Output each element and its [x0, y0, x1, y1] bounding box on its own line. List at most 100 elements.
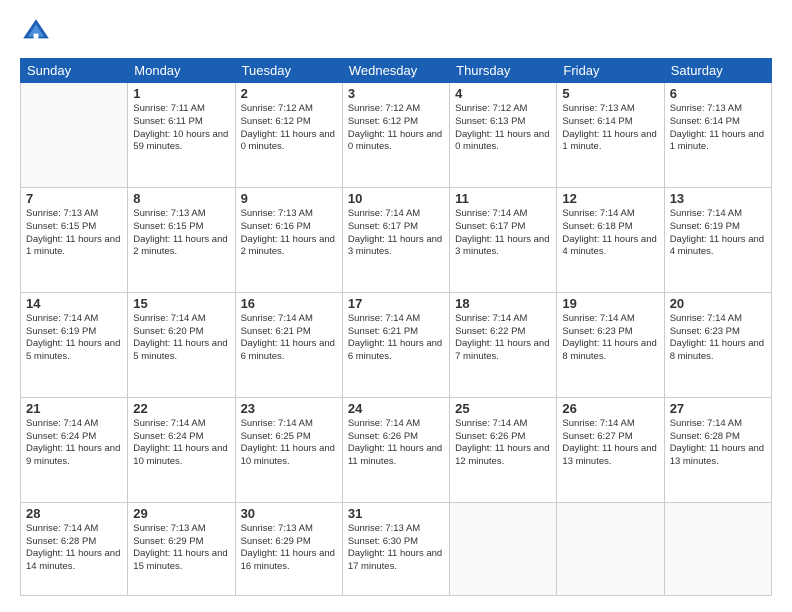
calendar-cell: 26Sunrise: 7:14 AM Sunset: 6:27 PM Dayli… [557, 397, 664, 502]
calendar-day-header: Wednesday [342, 59, 449, 83]
calendar-week-row: 7 Sunrise: 7:13 AM Sunset: 6:15 PM Daylig… [21, 187, 772, 292]
day-info: Sunrise: 7:14 AM Sunset: 6:23 PM Dayligh… [670, 313, 766, 364]
day-number: 7 [26, 191, 122, 206]
calendar-cell: 13 Sunrise: 7:14 AM Sunset: 6:19 PM Dayli… [664, 187, 771, 292]
calendar-cell: 5 Sunrise: 7:13 AM Sunset: 6:14 PM Daylig… [557, 83, 664, 188]
day-info: Sunrise: 7:14 AM Sunset: 6:24 PM Dayligh… [26, 418, 122, 469]
day-number: 4 [455, 86, 551, 101]
calendar-day-header: Thursday [450, 59, 557, 83]
day-info: Sunrise: 7:14 AM Sunset: 6:23 PM Dayligh… [562, 313, 658, 364]
calendar-cell: 7 Sunrise: 7:13 AM Sunset: 6:15 PM Daylig… [21, 187, 128, 292]
calendar-cell: 3Sunrise: 7:12 AM Sunset: 6:12 PM Daylig… [342, 83, 449, 188]
day-info: Sunrise: 7:13 AM Sunset: 6:16 PM Dayligh… [241, 208, 337, 259]
calendar-cell: 17 Sunrise: 7:14 AM Sunset: 6:21 PM Dayli… [342, 292, 449, 397]
calendar-cell: 8Sunrise: 7:13 AM Sunset: 6:15 PM Daylig… [128, 187, 235, 292]
day-info: Sunrise: 7:14 AM Sunset: 6:21 PM Dayligh… [348, 313, 444, 364]
calendar-cell [664, 502, 771, 595]
day-number: 11 [455, 191, 551, 206]
calendar-day-header: Sunday [21, 59, 128, 83]
day-info: Sunrise: 7:13 AM Sunset: 6:30 PM Dayligh… [348, 523, 444, 574]
day-number: 6 [670, 86, 766, 101]
calendar-day-header: Monday [128, 59, 235, 83]
day-number: 27 [670, 401, 766, 416]
day-info: Sunrise: 7:14 AM Sunset: 6:17 PM Dayligh… [455, 208, 551, 259]
calendar-day-header: Tuesday [235, 59, 342, 83]
calendar-cell [557, 502, 664, 595]
day-info: Sunrise: 7:14 AM Sunset: 6:25 PM Dayligh… [241, 418, 337, 469]
day-info: Sunrise: 7:11 AM Sunset: 6:11 PM Dayligh… [133, 103, 229, 154]
calendar-cell: 30Sunrise: 7:13 AM Sunset: 6:29 PM Dayli… [235, 502, 342, 595]
calendar-cell: 28 Sunrise: 7:14 AM Sunset: 6:28 PM Dayli… [21, 502, 128, 595]
calendar-day-header: Saturday [664, 59, 771, 83]
calendar-cell: 27 Sunrise: 7:14 AM Sunset: 6:28 PM Dayli… [664, 397, 771, 502]
day-number: 17 [348, 296, 444, 311]
logo [20, 16, 56, 48]
calendar-header-row: SundayMondayTuesdayWednesdayThursdayFrid… [21, 59, 772, 83]
day-info: Sunrise: 7:13 AM Sunset: 6:15 PM Dayligh… [133, 208, 229, 259]
day-number: 13 [670, 191, 766, 206]
day-info: Sunrise: 7:14 AM Sunset: 6:26 PM Dayligh… [455, 418, 551, 469]
calendar-cell: 23 Sunrise: 7:14 AM Sunset: 6:25 PM Dayli… [235, 397, 342, 502]
calendar-cell: 9 Sunrise: 7:13 AM Sunset: 6:16 PM Daylig… [235, 187, 342, 292]
calendar-cell: 16Sunrise: 7:14 AM Sunset: 6:21 PM Dayli… [235, 292, 342, 397]
calendar-day-header: Friday [557, 59, 664, 83]
day-number: 19 [562, 296, 658, 311]
day-number: 9 [241, 191, 337, 206]
day-number: 20 [670, 296, 766, 311]
calendar-week-row: 21 Sunrise: 7:14 AM Sunset: 6:24 PM Dayli… [21, 397, 772, 502]
calendar-cell: 10Sunrise: 7:14 AM Sunset: 6:17 PM Dayli… [342, 187, 449, 292]
day-number: 29 [133, 506, 229, 521]
calendar-week-row: 28 Sunrise: 7:14 AM Sunset: 6:28 PM Dayli… [21, 502, 772, 595]
day-number: 5 [562, 86, 658, 101]
calendar-cell: 22Sunrise: 7:14 AM Sunset: 6:24 PM Dayli… [128, 397, 235, 502]
day-number: 21 [26, 401, 122, 416]
day-info: Sunrise: 7:14 AM Sunset: 6:24 PM Dayligh… [133, 418, 229, 469]
day-info: Sunrise: 7:14 AM Sunset: 6:21 PM Dayligh… [241, 313, 337, 364]
calendar-table: SundayMondayTuesdayWednesdayThursdayFrid… [20, 58, 772, 596]
calendar-cell: 19 Sunrise: 7:14 AM Sunset: 6:23 PM Dayli… [557, 292, 664, 397]
page: SundayMondayTuesdayWednesdayThursdayFrid… [0, 0, 792, 612]
day-number: 30 [241, 506, 337, 521]
day-info: Sunrise: 7:14 AM Sunset: 6:22 PM Dayligh… [455, 313, 551, 364]
day-info: Sunrise: 7:12 AM Sunset: 6:12 PM Dayligh… [348, 103, 444, 154]
day-info: Sunrise: 7:14 AM Sunset: 6:19 PM Dayligh… [670, 208, 766, 259]
day-info: Sunrise: 7:14 AM Sunset: 6:17 PM Dayligh… [348, 208, 444, 259]
day-number: 1 [133, 86, 229, 101]
day-number: 12 [562, 191, 658, 206]
calendar-cell: 1 Sunrise: 7:11 AM Sunset: 6:11 PM Daylig… [128, 83, 235, 188]
day-info: Sunrise: 7:13 AM Sunset: 6:14 PM Dayligh… [670, 103, 766, 154]
day-info: Sunrise: 7:12 AM Sunset: 6:13 PM Dayligh… [455, 103, 551, 154]
calendar-cell: 29 Sunrise: 7:13 AM Sunset: 6:29 PM Dayli… [128, 502, 235, 595]
calendar-cell: 25 Sunrise: 7:14 AM Sunset: 6:26 PM Dayli… [450, 397, 557, 502]
day-number: 25 [455, 401, 551, 416]
calendar-cell: 6 Sunrise: 7:13 AM Sunset: 6:14 PM Daylig… [664, 83, 771, 188]
calendar-week-row: 1 Sunrise: 7:11 AM Sunset: 6:11 PM Daylig… [21, 83, 772, 188]
calendar-cell: 11 Sunrise: 7:14 AM Sunset: 6:17 PM Dayli… [450, 187, 557, 292]
calendar-cell: 14 Sunrise: 7:14 AM Sunset: 6:19 PM Dayli… [21, 292, 128, 397]
day-info: Sunrise: 7:14 AM Sunset: 6:19 PM Dayligh… [26, 313, 122, 364]
day-info: Sunrise: 7:14 AM Sunset: 6:28 PM Dayligh… [670, 418, 766, 469]
day-number: 18 [455, 296, 551, 311]
day-number: 23 [241, 401, 337, 416]
day-number: 2 [241, 86, 337, 101]
calendar-cell [21, 83, 128, 188]
day-info: Sunrise: 7:13 AM Sunset: 6:15 PM Dayligh… [26, 208, 122, 259]
logo-icon [20, 16, 52, 48]
calendar-cell: 4 Sunrise: 7:12 AM Sunset: 6:13 PM Daylig… [450, 83, 557, 188]
calendar-cell: 2 Sunrise: 7:12 AM Sunset: 6:12 PM Daylig… [235, 83, 342, 188]
day-number: 28 [26, 506, 122, 521]
day-number: 31 [348, 506, 444, 521]
day-info: Sunrise: 7:12 AM Sunset: 6:12 PM Dayligh… [241, 103, 337, 154]
calendar-cell [450, 502, 557, 595]
calendar-week-row: 14 Sunrise: 7:14 AM Sunset: 6:19 PM Dayli… [21, 292, 772, 397]
calendar-cell: 21 Sunrise: 7:14 AM Sunset: 6:24 PM Dayli… [21, 397, 128, 502]
day-number: 24 [348, 401, 444, 416]
day-number: 14 [26, 296, 122, 311]
day-info: Sunrise: 7:14 AM Sunset: 6:27 PM Dayligh… [562, 418, 658, 469]
day-info: Sunrise: 7:13 AM Sunset: 6:29 PM Dayligh… [133, 523, 229, 574]
day-info: Sunrise: 7:14 AM Sunset: 6:18 PM Dayligh… [562, 208, 658, 259]
calendar-cell: 18 Sunrise: 7:14 AM Sunset: 6:22 PM Dayli… [450, 292, 557, 397]
day-info: Sunrise: 7:13 AM Sunset: 6:14 PM Dayligh… [562, 103, 658, 154]
calendar-cell: 15Sunrise: 7:14 AM Sunset: 6:20 PM Dayli… [128, 292, 235, 397]
day-info: Sunrise: 7:14 AM Sunset: 6:28 PM Dayligh… [26, 523, 122, 574]
